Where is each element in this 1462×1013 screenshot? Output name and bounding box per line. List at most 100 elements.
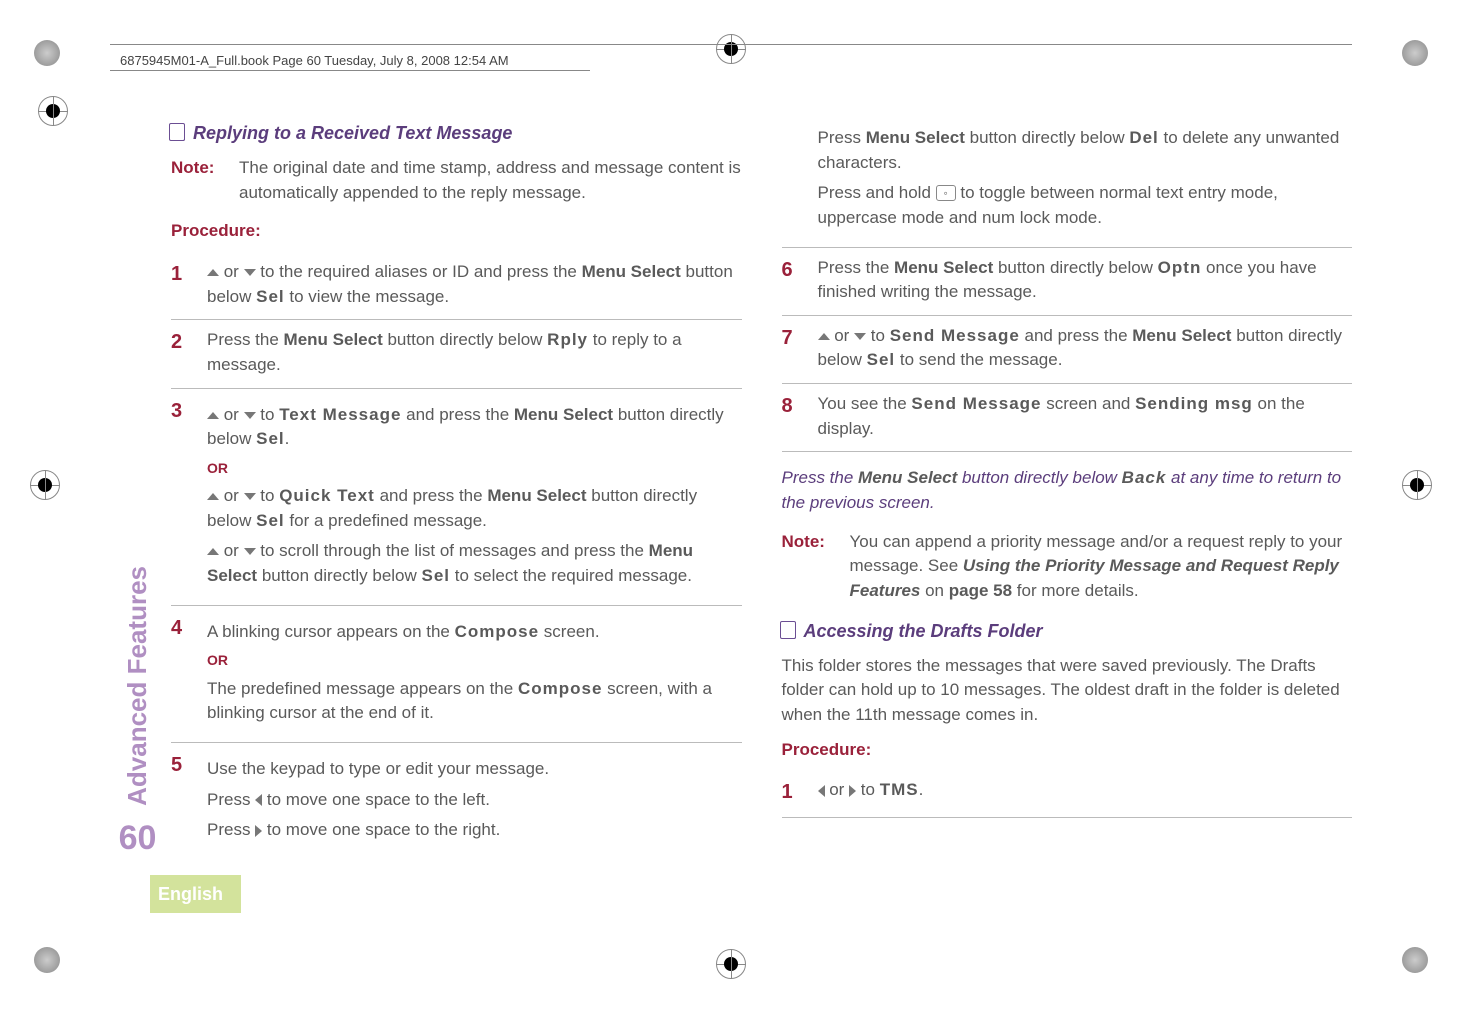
step-num: 4	[171, 614, 193, 643]
ui-del: Del	[1129, 128, 1158, 147]
step-7: 7 or to Send Message and press the Menu …	[782, 316, 1353, 384]
down-icon	[244, 405, 256, 424]
t: Press	[207, 820, 255, 839]
procedure-label: Procedure:	[171, 219, 742, 244]
t: Press the	[207, 330, 284, 349]
or-label: OR	[207, 650, 742, 670]
ui-compose: Compose	[455, 622, 539, 641]
t: button directly below	[993, 258, 1157, 277]
page-ref: page 58	[949, 581, 1012, 600]
reg-mark-bl	[30, 947, 64, 973]
t: or	[219, 541, 244, 560]
menu-select: Menu Select	[284, 330, 383, 349]
key-icon: ◦	[936, 185, 956, 201]
ui-send-message: Send Message	[911, 394, 1041, 413]
t: button directly below	[965, 128, 1129, 147]
t: .	[285, 429, 290, 448]
t: or	[825, 780, 850, 799]
t: screen.	[539, 622, 599, 641]
drafts-intro: This folder stores the messages that wer…	[782, 654, 1353, 728]
step-body: Press the Menu Select button directly be…	[207, 328, 742, 377]
t: button directly below	[957, 468, 1121, 487]
up-icon	[207, 541, 219, 560]
step-body: or to Send Message and press the Menu Se…	[818, 324, 1353, 373]
t: Press	[207, 790, 255, 809]
ui-quick-text: Quick Text	[279, 486, 375, 505]
step-body: Press Menu Select button directly below …	[782, 126, 1353, 231]
t: and press the	[401, 405, 513, 424]
step-num: 5	[171, 751, 193, 780]
reg-mark-br	[1398, 947, 1432, 973]
step-6: 6 Press the Menu Select button directly …	[782, 248, 1353, 316]
note-text: The original date and time stamp, addres…	[239, 156, 742, 205]
t: Use the keypad to type or edit your mess…	[207, 757, 742, 782]
step-4: 4 A blinking cursor appears on the Compo…	[171, 606, 742, 743]
t: for more details.	[1012, 581, 1139, 600]
menu-select: Menu Select	[487, 486, 586, 505]
step-body: or to the required aliases or ID and pre…	[207, 260, 742, 309]
step-num: 3	[171, 397, 193, 426]
col-right: Press Menu Select button directly below …	[782, 120, 1353, 863]
up-icon	[207, 262, 219, 281]
up-icon	[207, 486, 219, 505]
reg-mark-bc	[716, 949, 746, 979]
step-num: 6	[782, 256, 804, 285]
note-block-2: Note: You can append a priority message …	[782, 530, 1353, 604]
menu-select: Menu Select	[514, 405, 613, 424]
doc-icon	[782, 623, 796, 639]
reg-mark-tc	[716, 34, 746, 64]
t: or	[219, 486, 244, 505]
t: The predefined message appears on the	[207, 679, 518, 698]
t: and press the	[1020, 326, 1132, 345]
step-num: 1	[782, 778, 804, 807]
ui-optn: Optn	[1158, 258, 1202, 277]
up-icon	[207, 405, 219, 424]
reg-mark-il	[38, 96, 68, 126]
t: to move one space to the left.	[262, 790, 490, 809]
left-icon	[818, 780, 825, 799]
down-icon	[244, 541, 256, 560]
up-icon	[818, 326, 830, 345]
running-header: 6875945M01-A_Full.book Page 60 Tuesday, …	[120, 52, 509, 71]
section-title-text: Replying to a Received Text Message	[193, 120, 512, 146]
note-label: Note:	[782, 530, 830, 604]
ui-sel: Sel	[256, 511, 285, 530]
t: to	[256, 405, 280, 424]
t: to send the message.	[895, 350, 1062, 369]
t: to scroll through the list of messages a…	[256, 541, 649, 560]
t: or	[830, 326, 855, 345]
ui-sel: Sel	[256, 287, 285, 306]
ui-sel: Sel	[867, 350, 896, 369]
step-body: or to Text Message and press the Menu Se…	[207, 397, 742, 595]
t: on	[920, 581, 948, 600]
step-body: or to TMS.	[818, 778, 1353, 803]
ui-text-message: Text Message	[279, 405, 401, 424]
t: to	[866, 326, 890, 345]
post-step-note: Press the Menu Select button directly be…	[782, 466, 1353, 515]
step-num: 2	[171, 328, 193, 357]
step-num: 8	[782, 392, 804, 421]
or-label: OR	[207, 458, 742, 478]
reg-mark-ml	[30, 470, 60, 500]
t: or	[219, 405, 244, 424]
page-number: 60	[119, 814, 157, 863]
top-rule	[110, 44, 1352, 45]
reg-mark-tr	[1398, 40, 1432, 66]
section-title-text: Accessing the Drafts Folder	[804, 618, 1043, 644]
section-title-reply: Replying to a Received Text Message	[171, 120, 742, 146]
step-body: Press the Menu Select button directly be…	[818, 256, 1353, 305]
t: to	[856, 780, 880, 799]
step-2: 2 Press the Menu Select button directly …	[171, 320, 742, 388]
reg-mark-tl	[30, 40, 64, 66]
t: or	[219, 262, 244, 281]
t: .	[919, 780, 924, 799]
menu-select: Menu Select	[582, 262, 681, 281]
t: Press	[818, 128, 866, 147]
t: Press the	[818, 258, 895, 277]
step-num: 7	[782, 324, 804, 353]
reg-mark-mr	[1402, 470, 1432, 500]
doc-icon	[171, 125, 185, 141]
ui-tms: TMS	[880, 780, 919, 799]
down-icon	[244, 486, 256, 505]
procedure-label: Procedure:	[782, 738, 1353, 763]
